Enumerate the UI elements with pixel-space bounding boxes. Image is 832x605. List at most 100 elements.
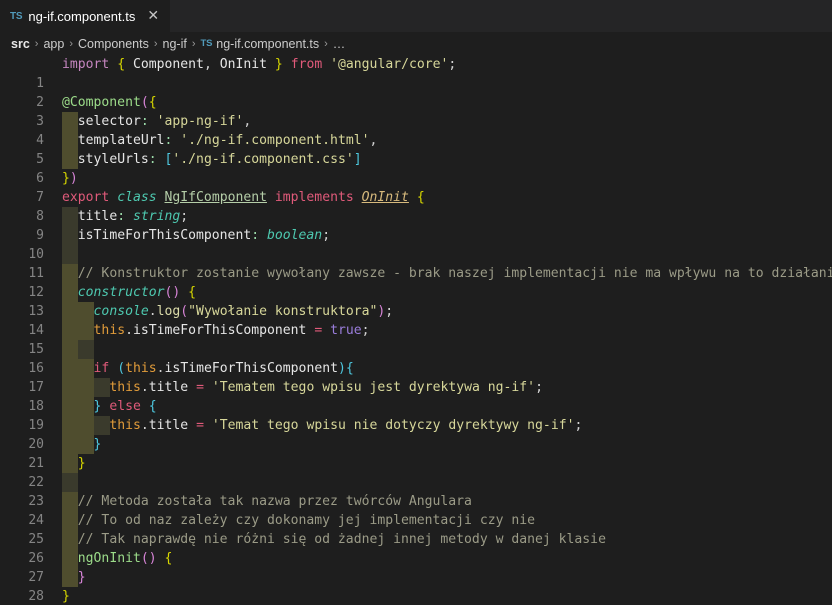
token-this: this [93, 323, 126, 338]
typescript-file-icon: TS [200, 38, 213, 49]
token-dot: . [125, 323, 133, 338]
token-colon: : [148, 152, 157, 167]
code-content: styleUrls: ['./ng-if.component.css'] [62, 150, 362, 169]
token-identifier: Component [132, 57, 204, 72]
token-decorator: @Component [62, 95, 141, 110]
token-property: isTimeForThisComponent [164, 361, 338, 376]
code-content: constructor() { [62, 283, 196, 302]
code-content: title: string; [62, 207, 188, 226]
token-string: '@angular/core' [330, 57, 449, 72]
breadcrumb-separator: › [191, 37, 196, 50]
code-content: selector: 'app-ng-if', [62, 112, 251, 131]
token-operator: = [196, 418, 204, 433]
code-content: console.log("Wywołanie konstruktora"); [62, 302, 394, 321]
code-line: 5 templateUrl: './ng-if.component.html', [0, 131, 832, 167]
tab-ng-if-component-ts[interactable]: TS ng-if.component.ts ✕ [0, 0, 171, 32]
token-brace: { [117, 57, 126, 72]
token-brace: } [93, 399, 102, 414]
token-comment: // To od naz zależy czy dokonamy jej imp… [77, 513, 536, 528]
token-this: this [109, 418, 141, 433]
breadcrumb-overflow-ellipsis[interactable]: … [333, 37, 346, 51]
indent-guide [62, 245, 78, 264]
code-line: 1 import { Component, OnInit } from '@an… [0, 55, 832, 91]
code-line: 19 } else { [0, 397, 832, 433]
code-line: 4 selector: 'app-ng-if', [0, 112, 832, 148]
token-brace: { [416, 190, 425, 205]
token-brace: } [62, 589, 70, 604]
code-line: 16 [0, 340, 832, 376]
code-editor[interactable]: 1 import { Component, OnInit } from '@an… [0, 55, 832, 605]
token-property: templateUrl [77, 133, 165, 148]
token-comma: , [243, 114, 252, 129]
code-content: // Konstruktor zostanie wywołany zawsze … [62, 264, 832, 283]
token-brace: } [274, 57, 283, 72]
token-type: string [132, 209, 181, 224]
code-content: isTimeForThisComponent: boolean; [62, 226, 330, 245]
code-content: ngOnInit() { [62, 549, 173, 568]
breadcrumb-item-ng-if[interactable]: ng-if [163, 37, 187, 51]
token-boolean: true [330, 323, 362, 338]
code-line: 20 this.title = 'Temat tego wpisu nie do… [0, 416, 832, 452]
token-dot: . [140, 418, 149, 433]
token-paren: () [164, 285, 181, 300]
token-paren: ( [140, 95, 149, 110]
token-colon: : [251, 228, 260, 243]
code-line: 7 }) [0, 169, 832, 205]
token-this: this [109, 380, 141, 395]
code-line: 29 } [0, 587, 832, 605]
code-content: // Metoda została tak nazwa przez twórcó… [62, 492, 472, 511]
code-content: } else { [62, 397, 157, 416]
breadcrumb-item-file[interactable]: ng-if.component.ts [216, 37, 319, 51]
typescript-file-icon: TS [10, 10, 23, 22]
code-line: 6 styleUrls: ['./ng-if.component.css'] [0, 150, 832, 186]
breadcrumb-separator: › [324, 37, 328, 50]
token-keyword: else [109, 399, 141, 414]
code-line: 18 this.title = 'Tematem tego wpisu jest… [0, 378, 832, 414]
token-semicolon: ; [322, 228, 331, 243]
token-keyword: export [62, 190, 110, 205]
breadcrumb-separator: › [69, 37, 73, 50]
token-comma: , [203, 57, 212, 72]
code-line: 2 [0, 74, 832, 110]
code-line: 27 ngOnInit() { [0, 549, 832, 585]
code-content: // To od naz zależy czy dokonamy jej imp… [62, 511, 535, 530]
token-type: boolean [267, 228, 323, 243]
code-line: 26 // Tak naprawdę nie różni się od żadn… [0, 530, 832, 566]
token-semicolon: ; [574, 418, 583, 433]
code-content: templateUrl: './ng-if.component.html', [62, 131, 378, 150]
token-dot: . [140, 380, 149, 395]
tab-label: ng-if.component.ts [28, 8, 136, 24]
token-string: 'Temat tego wpisu nie dotyczy dyrektywy … [211, 418, 575, 433]
code-content: } [62, 454, 86, 473]
token-operator: = [314, 323, 323, 338]
breadcrumb-item-components[interactable]: Components [78, 37, 149, 51]
token-keyword: from [290, 57, 323, 72]
token-bracket: ] [353, 152, 362, 167]
indent-guide [62, 340, 78, 359]
code-line: 10 isTimeForThisComponent: boolean; [0, 226, 832, 262]
token-brace: } [77, 456, 86, 471]
token-comma: , [369, 133, 378, 148]
token-paren: ( [180, 304, 189, 319]
token-keyword: if [93, 361, 110, 376]
token-string: 'app-ng-if' [156, 114, 244, 129]
breadcrumb-item-src[interactable]: src [11, 37, 30, 51]
code-line: 28 } [0, 568, 832, 604]
close-icon[interactable]: ✕ [143, 8, 161, 24]
token-property: styleUrls [77, 152, 149, 167]
token-string: "Wywołanie konstruktora" [188, 304, 378, 319]
code-content: import { Component, OnInit } from '@angu… [62, 55, 456, 74]
token-property: title [77, 209, 118, 224]
code-content: // Tak naprawdę nie różni się od żadnej … [62, 530, 606, 549]
token-paren: ( [117, 361, 126, 376]
editor-tab-bar: TS ng-if.component.ts ✕ [0, 0, 832, 32]
code-content: export class NgIfComponent implements On… [62, 188, 425, 207]
token-class-name: NgIfComponent [164, 190, 267, 205]
token-brace: { [345, 361, 354, 376]
breadcrumb-item-app[interactable]: app [43, 37, 64, 51]
code-content: } [62, 435, 102, 454]
token-comment: // Metoda została tak nazwa przez twórcó… [77, 494, 472, 509]
token-semicolon: ; [385, 304, 394, 319]
token-brace: { [148, 95, 157, 110]
token-brace: { [188, 285, 197, 300]
